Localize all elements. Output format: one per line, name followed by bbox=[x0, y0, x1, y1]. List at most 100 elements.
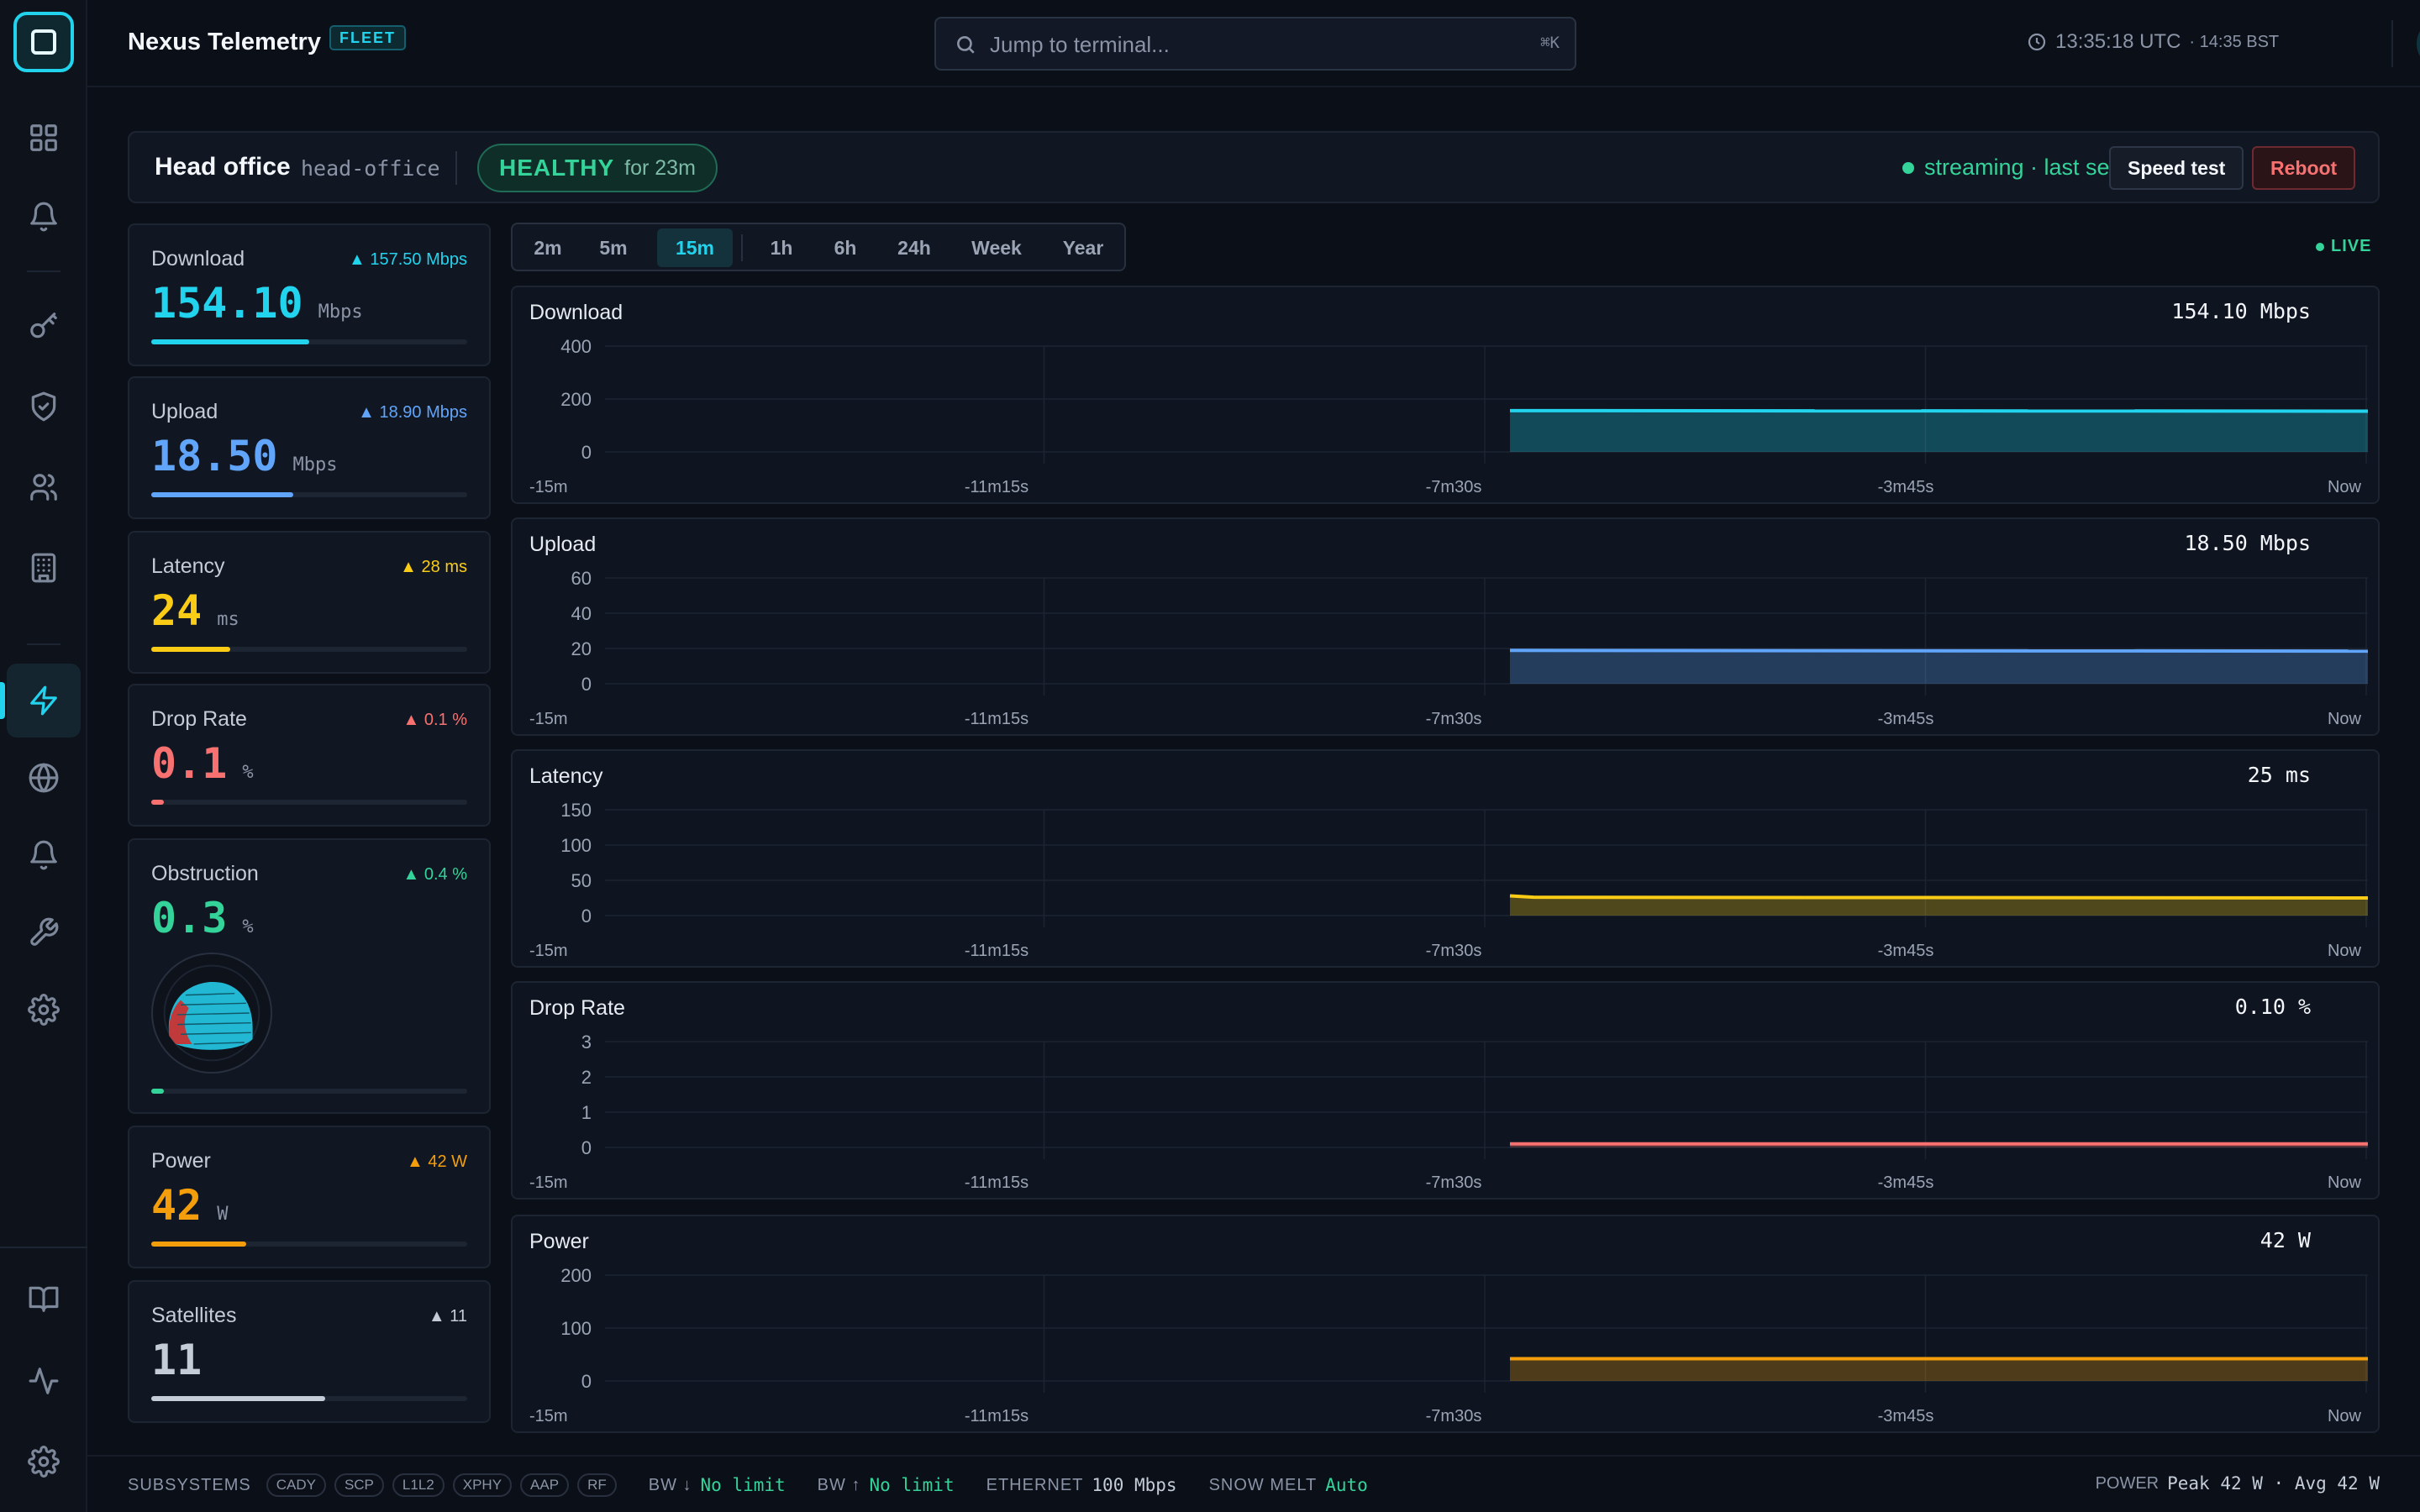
clock-icon bbox=[2028, 33, 2046, 51]
metric-card-latency[interactable]: Latency ▲ 28 ms 24 ms bbox=[128, 531, 491, 674]
globe-icon[interactable] bbox=[17, 751, 71, 805]
metric-unit: Mbps bbox=[292, 454, 338, 475]
tab-range-15m[interactable]: 15m bbox=[657, 228, 733, 267]
y-tick-label: 60 bbox=[571, 568, 592, 589]
series-line bbox=[1509, 894, 2369, 900]
x-tick-label: Now bbox=[2328, 478, 2362, 496]
terminal-search[interactable]: ⌘K bbox=[934, 17, 1576, 71]
site-header: Head office head-office HEALTHY for 23m … bbox=[128, 131, 2380, 203]
metric-value: 42 bbox=[151, 1181, 203, 1230]
metric-bar bbox=[151, 339, 467, 344]
metric-card-obstruction[interactable]: Obstruction ▲ 0.4 % 0.3% bbox=[128, 838, 491, 1114]
speed-test-button[interactable]: Speed test bbox=[2109, 146, 2244, 190]
x-tick-label: -11m15s bbox=[965, 1173, 1028, 1192]
tab-range-2m[interactable]: 2m bbox=[518, 228, 578, 267]
metric-value: 0.1 bbox=[151, 739, 228, 788]
time-range-tabs: 2m 5m 15m 1h 6h 24h Week Year bbox=[511, 223, 1126, 271]
chart-plot: 0 1 2 3 -15m -11m15s -7m30s -3m45s Now bbox=[529, 1032, 2368, 1192]
x-tick-label: -7m30s bbox=[1426, 942, 1482, 960]
clock-utc: 13:35:18 UTC bbox=[2055, 30, 2181, 53]
bw-down-value: No limit bbox=[700, 1475, 786, 1495]
metric-delta: ▲ 157.50 Mbps bbox=[349, 250, 467, 269]
y-tick-label: 50 bbox=[571, 870, 592, 891]
chart-power: Power 42 W 0 100 200 -15m -11m15s -7m30s -3m45… bbox=[511, 1215, 2380, 1433]
metric-card-power[interactable]: Power ▲ 42 W 42 W bbox=[128, 1126, 491, 1268]
subsystem-chip[interactable]: SCP bbox=[334, 1473, 384, 1497]
x-tick-label: -15m bbox=[529, 1173, 568, 1192]
metric-value: 0.3 bbox=[151, 894, 228, 942]
chart-plot: 0 200 400 -15m -11m15s -7m30s -3m45s Now bbox=[529, 336, 2369, 496]
metric-card-drop-rate[interactable]: Drop Rate ▲ 0.1 % 0.1% bbox=[128, 684, 491, 827]
subsystem-chip[interactable]: AAP bbox=[520, 1473, 570, 1497]
status-dot bbox=[1902, 161, 1914, 174]
x-tick-label: -11m15s bbox=[965, 478, 1028, 496]
power-label: POWER bbox=[2095, 1473, 2160, 1493]
subsystem-chip[interactable]: XPHY bbox=[452, 1473, 513, 1497]
tab-range-6h[interactable]: 6h bbox=[815, 228, 876, 267]
gear-icon[interactable] bbox=[17, 1435, 71, 1488]
tab-range-24h[interactable]: 24h bbox=[879, 228, 950, 267]
x-tick-label: -11m15s bbox=[965, 1407, 1028, 1425]
x-tick-label: -15m bbox=[529, 1407, 568, 1425]
clock: 13:35:18 UTC · 14:35 BST bbox=[2027, 30, 2279, 54]
grid-icon[interactable] bbox=[17, 111, 71, 165]
series-area bbox=[1509, 1358, 2368, 1381]
subsystem-chip[interactable]: RF bbox=[577, 1473, 617, 1497]
gear-icon[interactable] bbox=[17, 983, 71, 1037]
metric-delta: ▲ 11 bbox=[428, 1307, 467, 1326]
book-icon[interactable] bbox=[17, 1272, 71, 1326]
tab-range-year[interactable]: Year bbox=[1044, 228, 1123, 267]
metric-delta: ▲ 18.90 Mbps bbox=[358, 403, 467, 422]
metric-label: Obstruction bbox=[151, 862, 259, 885]
y-tick-label: 40 bbox=[571, 603, 592, 624]
bw-up-label: BW ↑ bbox=[817, 1475, 861, 1494]
health-state: HEALTHY bbox=[499, 155, 615, 181]
wrench-icon[interactable] bbox=[17, 906, 71, 959]
metric-label: Latency bbox=[151, 554, 225, 578]
app-title: Nexus Telemetry bbox=[128, 29, 321, 55]
x-tick-label: -3m45s bbox=[1878, 942, 1934, 960]
search-input[interactable] bbox=[990, 30, 1477, 59]
sidebar bbox=[0, 0, 87, 1512]
ethernet-label: ETHERNET bbox=[986, 1475, 1084, 1494]
subsystem-chip[interactable]: L1L2 bbox=[392, 1473, 445, 1497]
subsystem-chip[interactable]: CADY bbox=[266, 1473, 326, 1497]
x-tick-label: -7m30s bbox=[1426, 1407, 1482, 1425]
app-logo[interactable] bbox=[13, 12, 74, 72]
tab-range-1h[interactable]: 1h bbox=[751, 228, 812, 267]
search-shortcut: ⌘K bbox=[1540, 34, 1560, 52]
tab-range-5m[interactable]: 5m bbox=[583, 228, 644, 267]
bell-icon[interactable] bbox=[17, 828, 71, 882]
key-icon[interactable] bbox=[17, 299, 71, 353]
x-tick-label: -3m45s bbox=[1878, 1173, 1934, 1192]
metric-bar bbox=[151, 647, 467, 652]
metric-bar bbox=[151, 1242, 467, 1247]
search-icon bbox=[955, 34, 976, 55]
metric-delta: ▲ 28 ms bbox=[400, 558, 467, 576]
metric-card-download[interactable]: Download ▲ 157.50 Mbps 154.10 Mbps bbox=[128, 223, 491, 366]
metric-card-upload[interactable]: Upload ▲ 18.90 Mbps 18.50 Mbps bbox=[128, 376, 491, 519]
y-tick-label: 0 bbox=[581, 674, 592, 695]
tab-range-week[interactable]: Week bbox=[955, 228, 1039, 267]
users-icon[interactable] bbox=[17, 460, 71, 514]
clock-local: · 14:35 BST bbox=[2189, 32, 2280, 51]
live-indicator: LIVE bbox=[2316, 237, 2371, 256]
reboot-button[interactable]: Reboot bbox=[2252, 146, 2356, 190]
y-tick-label: 1 bbox=[581, 1102, 592, 1123]
building-icon[interactable] bbox=[17, 541, 71, 595]
metric-card-satellites[interactable]: Satellites ▲ 11 11 bbox=[128, 1280, 491, 1423]
activity-icon[interactable] bbox=[17, 1354, 71, 1408]
bolt-icon[interactable] bbox=[7, 664, 81, 738]
snow-melt-value: Auto bbox=[1325, 1475, 1368, 1495]
x-tick-label: -15m bbox=[529, 478, 568, 496]
y-tick-label: 2 bbox=[581, 1067, 592, 1088]
metric-value: 24 bbox=[151, 586, 203, 635]
avatar[interactable]: DO bbox=[2417, 18, 2420, 69]
y-tick-label: 0 bbox=[581, 442, 592, 463]
x-tick-label: -3m45s bbox=[1878, 710, 1934, 728]
metric-bar bbox=[151, 492, 467, 497]
bell-icon[interactable] bbox=[17, 190, 71, 244]
metric-unit: W bbox=[217, 1204, 229, 1225]
metric-bar bbox=[151, 800, 467, 805]
shield-icon[interactable] bbox=[17, 380, 71, 433]
